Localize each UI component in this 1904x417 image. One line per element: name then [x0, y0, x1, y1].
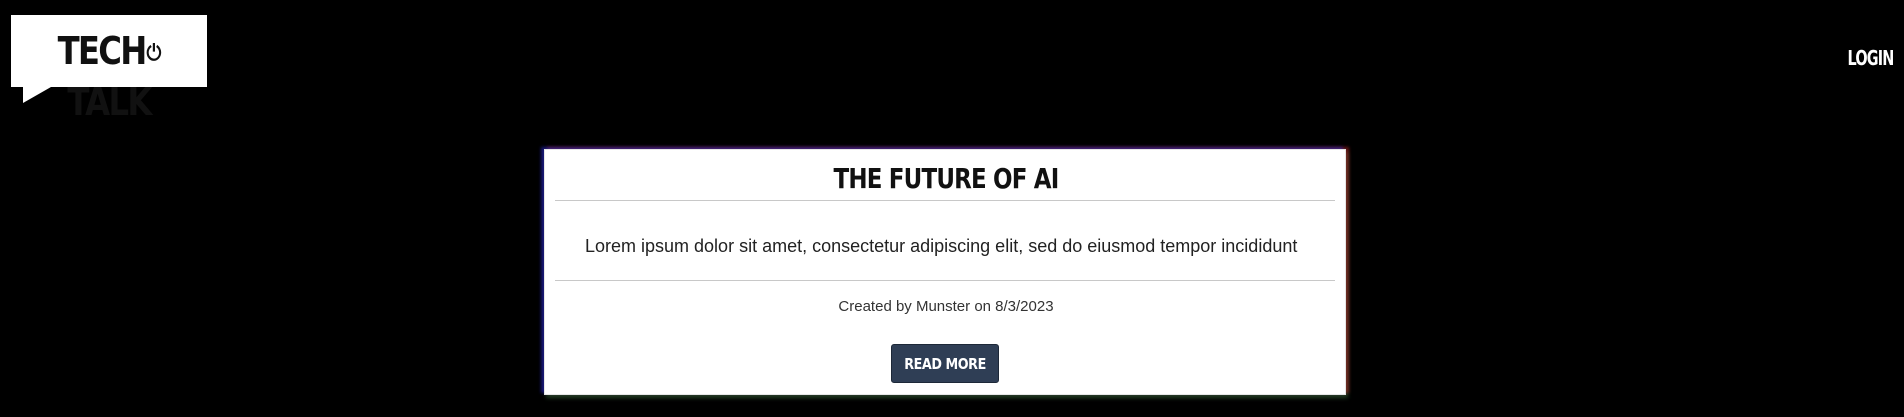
- post-meta: Created by Munster on 8/3/2023: [838, 298, 1054, 315]
- title-divider: [555, 200, 1335, 201]
- read-more-label: READ MORE: [904, 354, 986, 373]
- body-divider: [555, 280, 1335, 281]
- read-more-button[interactable]: READ MORE: [891, 344, 999, 383]
- login-link[interactable]: LOGIN: [1848, 46, 1895, 70]
- power-icon: ⏻: [146, 40, 161, 66]
- page: TECH⏻ TALK LOGIN THE FUTURE OF AI Lorem i…: [0, 0, 1904, 417]
- logo-text: TECH⏻ TALK: [26, 27, 193, 126]
- logo-text-tech: TECH: [57, 29, 148, 73]
- logo-text-talk: TALK: [67, 79, 152, 124]
- post-excerpt: Lorem ipsum dolor sit amet, consectetur …: [585, 236, 1298, 256]
- logo-bubble-tail: [23, 87, 51, 103]
- post-card: THE FUTURE OF AI Lorem ipsum dolor sit a…: [544, 149, 1346, 395]
- logo-speech-bubble: TECH⏻ TALK: [11, 15, 207, 124]
- post-title: THE FUTURE OF AI: [833, 162, 1060, 195]
- site-logo[interactable]: TECH⏻ TALK: [11, 15, 207, 124]
